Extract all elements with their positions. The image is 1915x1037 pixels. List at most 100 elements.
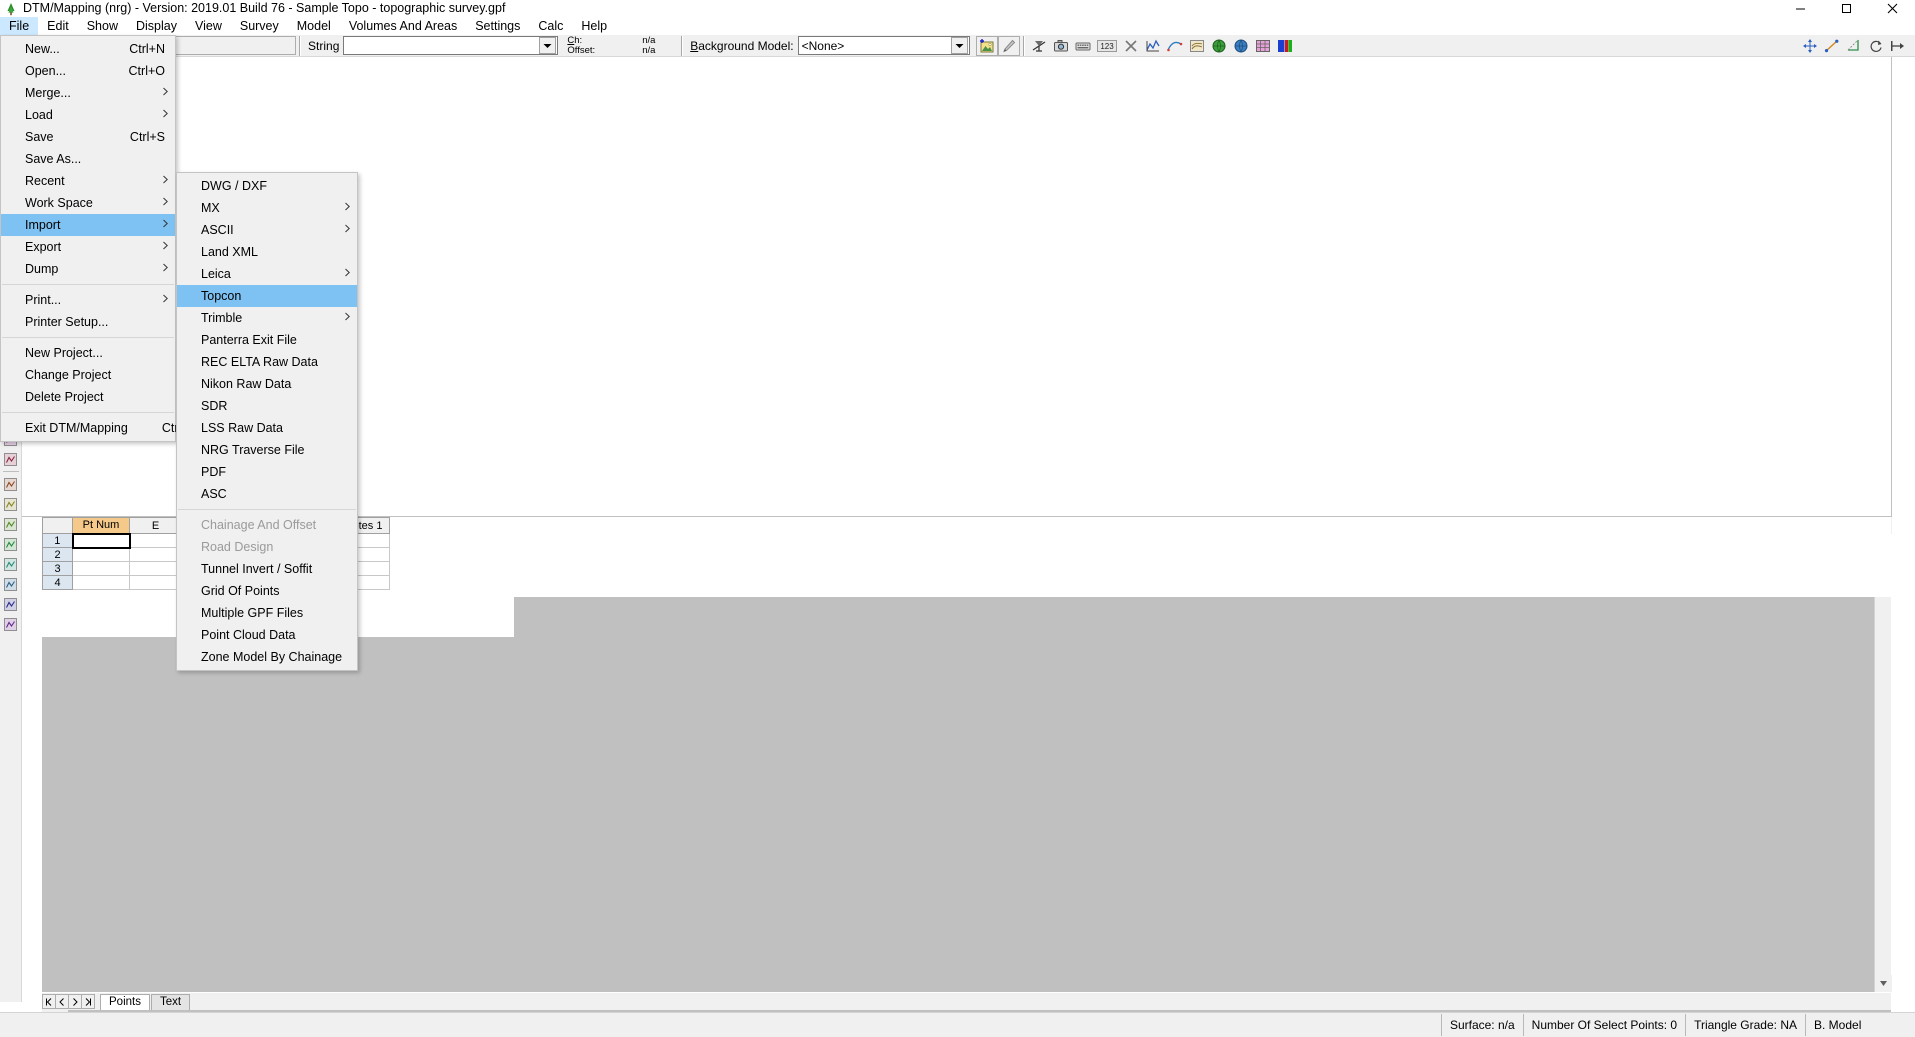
menu-item-dwg-dxf[interactable]: DWG / DXF: [177, 175, 357, 197]
background-model-combobox[interactable]: <None>: [797, 36, 970, 55]
cell-e[interactable]: [129, 561, 182, 576]
cell-e[interactable]: [129, 547, 182, 562]
contour-line-button[interactable]: [1, 574, 21, 594]
scroll-down-arrow[interactable]: [1875, 975, 1892, 992]
cell-e[interactable]: [129, 533, 182, 548]
menu-item-work-space[interactable]: Work Space: [1, 192, 175, 214]
crosshair-button[interactable]: [1, 494, 21, 514]
close-button[interactable]: [1869, 0, 1915, 17]
menu-item-topcon[interactable]: Topcon: [177, 285, 357, 307]
menu-item-dump[interactable]: Dump: [1, 258, 175, 280]
menu-item-pdf[interactable]: PDF: [177, 461, 357, 483]
tab-text[interactable]: Text: [150, 993, 191, 1010]
menu-item-merge[interactable]: Merge...: [1, 82, 175, 104]
extend-tool-button[interactable]: [1887, 36, 1909, 56]
chevron-down-icon[interactable]: [950, 37, 968, 54]
menu-item-mx[interactable]: MX: [177, 197, 357, 219]
file-menu-popup[interactable]: New... Ctrl+N Open... Ctrl+O Merge... Load Sav…: [0, 35, 198, 442]
menu-item-zone-model-by-chainage[interactable]: Zone Model By Chainage: [177, 646, 357, 668]
menu-item-ascii[interactable]: ASCII: [177, 219, 357, 241]
camera-button[interactable]: [1050, 36, 1072, 56]
menu-settings[interactable]: Settings: [466, 17, 529, 35]
menu-item-delete-project[interactable]: Delete Project: [1, 386, 175, 408]
menu-item-recent[interactable]: Recent: [1, 170, 175, 192]
column-header-e[interactable]: E: [129, 517, 182, 534]
previous-record-button[interactable]: [55, 994, 69, 1009]
menu-item-export[interactable]: Export: [1, 236, 175, 258]
survey-station-button[interactable]: [1028, 36, 1050, 56]
string-combobox[interactable]: [343, 36, 559, 55]
cell-pt_num[interactable]: [72, 575, 130, 590]
globe-green-button[interactable]: [1208, 36, 1230, 56]
menu-item-open[interactable]: Open... Ctrl+O: [1, 60, 175, 82]
contour-button[interactable]: [1186, 36, 1208, 56]
scale-tool-button[interactable]: [1843, 36, 1865, 56]
menu-volumes-and-areas[interactable]: Volumes And Areas: [340, 17, 466, 35]
point-button[interactable]: [1, 514, 21, 534]
add-background-image-button[interactable]: [975, 35, 998, 56]
dimension-123-button[interactable]: 123: [1094, 36, 1120, 56]
menu-file[interactable]: File: [0, 17, 39, 35]
menu-item-asc[interactable]: ASC: [177, 483, 357, 505]
measure-tool-button[interactable]: [1821, 36, 1843, 56]
menu-item-multiple-gpf-files[interactable]: Multiple GPF Files: [177, 602, 357, 624]
menu-item-rec-elta-raw-data[interactable]: REC ELTA Raw Data: [177, 351, 357, 373]
menu-edit[interactable]: Edit: [38, 17, 78, 35]
menu-item-load[interactable]: Load: [1, 104, 175, 126]
graph-button[interactable]: [1142, 36, 1164, 56]
menu-item-point-cloud-data[interactable]: Point Cloud Data: [177, 624, 357, 646]
grid-color-button[interactable]: [1252, 36, 1274, 56]
curve-button[interactable]: [1164, 36, 1186, 56]
cell-pt_num[interactable]: [72, 561, 130, 576]
spot-height-button[interactable]: [1, 594, 21, 614]
first-record-button[interactable]: [42, 994, 56, 1009]
cell-pt_num[interactable]: [71, 532, 131, 549]
color-swatch-button[interactable]: [1274, 36, 1296, 56]
menu-model[interactable]: Model: [288, 17, 340, 35]
menu-display[interactable]: Display: [127, 17, 186, 35]
minimize-button[interactable]: [1777, 0, 1823, 17]
menu-calc[interactable]: Calc: [529, 17, 572, 35]
menu-item-lss-raw-data[interactable]: LSS Raw Data: [177, 417, 357, 439]
break-line-button[interactable]: [1, 554, 21, 574]
menu-item-land-xml[interactable]: Land XML: [177, 241, 357, 263]
menu-view[interactable]: View: [186, 17, 231, 35]
last-record-button[interactable]: [81, 994, 95, 1009]
menu-item-sdr[interactable]: SDR: [177, 395, 357, 417]
import-submenu-popup[interactable]: DWG / DXF MX ASCII Land XML Leica Topcon Trimb…: [176, 172, 358, 671]
boundary-button[interactable]: [1, 534, 21, 554]
globe-blue-button[interactable]: [1230, 36, 1252, 56]
menu-item-print[interactable]: Print...: [1, 289, 175, 311]
move-tool-button[interactable]: [1799, 36, 1821, 56]
tab-points[interactable]: Points: [100, 993, 150, 1010]
row-number-cell[interactable]: 1: [42, 533, 73, 548]
menu-item-trimble[interactable]: Trimble: [177, 307, 357, 329]
rotate-tool-button[interactable]: [1865, 36, 1887, 56]
keyboard-button[interactable]: [1072, 36, 1094, 56]
pencil-button[interactable]: [997, 35, 1020, 56]
menu-item-save-as[interactable]: Save As...: [1, 148, 175, 170]
menu-item-leica[interactable]: Leica: [177, 263, 357, 285]
row-number-cell[interactable]: 2: [42, 547, 73, 562]
menu-item-import[interactable]: Import: [1, 214, 175, 236]
menu-show[interactable]: Show: [78, 17, 127, 35]
grid-button[interactable]: [1, 474, 21, 494]
row-number-cell[interactable]: 4: [42, 575, 73, 590]
cell-pt_num[interactable]: [72, 547, 130, 562]
no-entry-button[interactable]: [1120, 36, 1142, 56]
menu-item-printer-setup[interactable]: Printer Setup...: [1, 311, 175, 333]
next-record-button[interactable]: [68, 994, 82, 1009]
clock-button[interactable]: [1, 614, 21, 634]
menu-item-new-project[interactable]: New Project...: [1, 342, 175, 364]
menu-survey[interactable]: Survey: [231, 17, 288, 35]
maximize-button[interactable]: [1823, 0, 1869, 17]
menu-item-tunnel-invert-soffit[interactable]: Tunnel Invert / Soffit: [177, 558, 357, 580]
cell-e[interactable]: [129, 575, 182, 590]
chevron-down-icon[interactable]: [539, 37, 557, 54]
menu-item-grid-of-points[interactable]: Grid Of Points: [177, 580, 357, 602]
section-button[interactable]: [1, 449, 21, 469]
column-header-pt-num[interactable]: Pt Num: [72, 517, 130, 534]
menu-item-exit-dtm-mapping[interactable]: Exit DTM/MappingCtrl+Q: [1, 417, 198, 439]
menu-item-save[interactable]: Save Ctrl+S: [1, 126, 175, 148]
menu-help[interactable]: Help: [572, 17, 616, 35]
